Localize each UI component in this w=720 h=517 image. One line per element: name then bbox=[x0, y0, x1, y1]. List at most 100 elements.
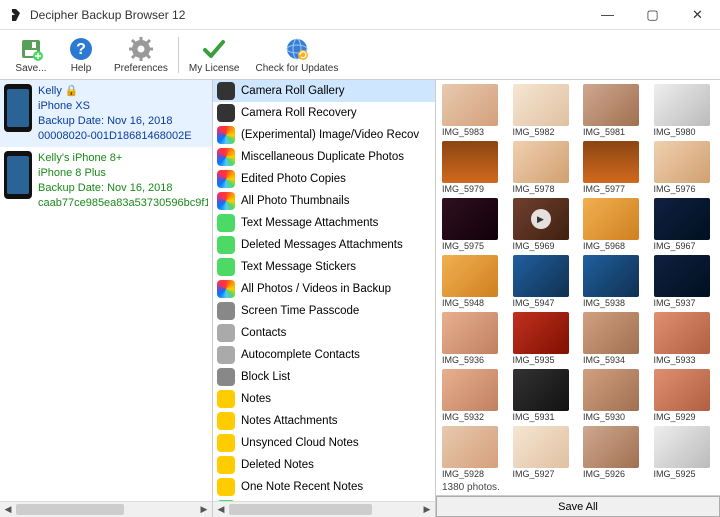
category-item[interactable]: (Experimental) Image/Video Recov bbox=[213, 124, 435, 146]
photo-thumbnail[interactable]: IMG_5983 bbox=[442, 84, 503, 137]
category-item[interactable]: Notes Attachments bbox=[213, 410, 435, 432]
photo-thumbnail[interactable]: IMG_5937 bbox=[654, 255, 715, 308]
thumbnail-image bbox=[513, 255, 569, 297]
scroll-thumb[interactable] bbox=[229, 504, 372, 515]
gear-icon bbox=[128, 36, 154, 62]
category-item[interactable]: Notes bbox=[213, 388, 435, 410]
photo-thumbnail[interactable]: IMG_5930 bbox=[583, 369, 644, 422]
thumbnail-image bbox=[654, 84, 710, 126]
category-item[interactable]: Deleted Notes bbox=[213, 454, 435, 476]
toolbar-separator bbox=[178, 37, 179, 73]
category-item[interactable]: Deleted Messages Attachments bbox=[213, 234, 435, 256]
photo-thumbnail[interactable]: IMG_5947 bbox=[513, 255, 574, 308]
category-item[interactable]: Camera Roll Gallery bbox=[213, 80, 435, 102]
category-item[interactable]: One Note Recent Notes bbox=[213, 476, 435, 498]
preferences-button[interactable]: Preferences bbox=[106, 34, 176, 76]
category-item[interactable]: Text Message Attachments bbox=[213, 212, 435, 234]
category-item[interactable]: All Photos / Videos in Backup bbox=[213, 278, 435, 300]
photo-thumbnail[interactable]: IMG_5978 bbox=[513, 141, 574, 194]
save-button[interactable]: Save... bbox=[6, 34, 56, 76]
scroll-right-icon[interactable]: ▶ bbox=[419, 502, 435, 517]
photo-thumbnail[interactable]: IMG_5976 bbox=[654, 141, 715, 194]
photo-thumbnail[interactable]: IMG_5948 bbox=[442, 255, 503, 308]
device-scrollbar[interactable]: ◀ ▶ bbox=[0, 501, 212, 517]
category-label: All Photo Thumbnails bbox=[241, 195, 349, 207]
category-label: Edited Photo Copies bbox=[241, 173, 346, 185]
category-item[interactable]: Contacts bbox=[213, 322, 435, 344]
photo-thumbnail[interactable]: IMG_5935 bbox=[513, 312, 574, 365]
photo-thumbnail[interactable]: IMG_5982 bbox=[513, 84, 574, 137]
category-item[interactable]: Screen Time Passcode bbox=[213, 300, 435, 322]
device-item[interactable]: Kelly's iPhone 8+ iPhone 8 Plus Backup D… bbox=[0, 147, 212, 214]
scroll-left-icon[interactable]: ◀ bbox=[213, 502, 229, 517]
photo-thumbnail[interactable]: IMG_5926 bbox=[583, 426, 644, 479]
scroll-track[interactable] bbox=[16, 502, 196, 517]
scroll-right-icon[interactable]: ▶ bbox=[196, 502, 212, 517]
photo-thumbnail[interactable]: IMG_5968 bbox=[583, 198, 644, 251]
thumbnail-label: IMG_5927 bbox=[513, 469, 555, 479]
updates-label: Check for Updates bbox=[256, 63, 339, 74]
category-item[interactable]: All Photo Thumbnails bbox=[213, 190, 435, 212]
photo-thumbnail[interactable]: IMG_5936 bbox=[442, 312, 503, 365]
close-button[interactable]: ✕ bbox=[675, 0, 720, 29]
thumbnail-label: IMG_5947 bbox=[513, 298, 555, 308]
help-button[interactable]: ? Help bbox=[56, 34, 106, 76]
device-backup-date: Backup Date: Nov 16, 2018 bbox=[38, 114, 192, 129]
photo-thumbnail[interactable]: IMG_5928 bbox=[442, 426, 503, 479]
category-panel: Camera Roll Gallery Camera Roll Recovery… bbox=[213, 80, 436, 517]
thumbnail-label: IMG_5967 bbox=[654, 241, 696, 251]
category-label: Camera Roll Recovery bbox=[241, 107, 357, 119]
photo-thumbnail[interactable]: IMG_5931 bbox=[513, 369, 574, 422]
save-all-button[interactable]: Save All bbox=[436, 496, 720, 517]
category-item[interactable]: Edited Photo Copies bbox=[213, 168, 435, 190]
photo-thumbnail[interactable]: IMG_5933 bbox=[654, 312, 715, 365]
photo-count: 1380 photos. bbox=[442, 482, 500, 493]
notes-icon bbox=[217, 434, 235, 452]
thumbnail-label: IMG_5931 bbox=[513, 412, 555, 422]
photo-thumbnail[interactable]: IMG_5938 bbox=[583, 255, 644, 308]
maximize-button[interactable]: ▢ bbox=[630, 0, 675, 29]
photo-thumbnail[interactable]: IMG_5977 bbox=[583, 141, 644, 194]
photo-thumbnail[interactable]: IMG_5980 bbox=[654, 84, 715, 137]
scroll-track[interactable] bbox=[229, 502, 419, 517]
thumbnail-label: IMG_5929 bbox=[654, 412, 696, 422]
thumbnail-image bbox=[583, 198, 639, 240]
device-item[interactable]: Kelly 🔒 iPhone XS Backup Date: Nov 16, 2… bbox=[0, 80, 212, 147]
photos-icon bbox=[217, 192, 235, 210]
main-body: Kelly 🔒 iPhone XS Backup Date: Nov 16, 2… bbox=[0, 80, 720, 517]
category-label: Notes Attachments bbox=[241, 415, 338, 427]
category-item[interactable]: Miscellaneous Duplicate Photos bbox=[213, 146, 435, 168]
photo-thumbnail[interactable]: IMG_5932 bbox=[442, 369, 503, 422]
category-item[interactable]: Text Message Stickers bbox=[213, 256, 435, 278]
photo-thumbnail[interactable]: IMG_5975 bbox=[442, 198, 503, 251]
photo-thumbnail[interactable]: IMG_5981 bbox=[583, 84, 644, 137]
category-label: Deleted Notes bbox=[241, 459, 314, 471]
category-item[interactable]: Camera Roll Recovery bbox=[213, 102, 435, 124]
category-list: Camera Roll Gallery Camera Roll Recovery… bbox=[213, 80, 435, 501]
thumbnail-image bbox=[442, 84, 498, 126]
category-label: Unsynced Cloud Notes bbox=[241, 437, 359, 449]
thumbnail-label: IMG_5930 bbox=[583, 412, 625, 422]
device-name: Kelly 🔒 bbox=[38, 84, 192, 99]
phone-icon bbox=[4, 151, 32, 199]
scroll-left-icon[interactable]: ◀ bbox=[0, 502, 16, 517]
category-scrollbar[interactable]: ◀ ▶ bbox=[213, 501, 435, 517]
photo-thumbnail[interactable]: IMG_5979 bbox=[442, 141, 503, 194]
check-updates-button[interactable]: Check for Updates bbox=[248, 34, 347, 76]
photo-thumbnail[interactable]: IMG_5967 bbox=[654, 198, 715, 251]
thumbnail-label: IMG_5979 bbox=[442, 184, 484, 194]
minimize-button[interactable]: — bbox=[585, 0, 630, 29]
photo-thumbnail[interactable]: IMG_5927 bbox=[513, 426, 574, 479]
scroll-thumb[interactable] bbox=[16, 504, 124, 515]
photo-thumbnail[interactable]: IMG_5934 bbox=[583, 312, 644, 365]
category-item[interactable]: Autocomplete Contacts bbox=[213, 344, 435, 366]
thumbnail-image bbox=[583, 255, 639, 297]
category-item[interactable]: Unsynced Cloud Notes bbox=[213, 432, 435, 454]
photo-thumbnail[interactable]: IMG_5925 bbox=[654, 426, 715, 479]
category-item[interactable]: Block List bbox=[213, 366, 435, 388]
photo-thumbnail[interactable]: ▶ IMG_5969 bbox=[513, 198, 574, 251]
license-button[interactable]: My License bbox=[181, 34, 248, 76]
thumbnail-label: IMG_5982 bbox=[513, 127, 555, 137]
photo-thumbnail[interactable]: IMG_5929 bbox=[654, 369, 715, 422]
thumbnail-label: IMG_5928 bbox=[442, 469, 484, 479]
